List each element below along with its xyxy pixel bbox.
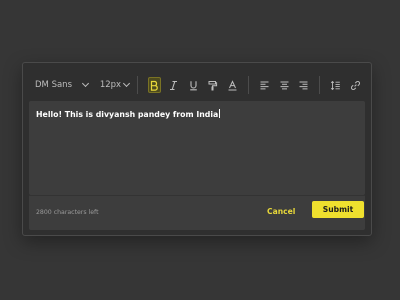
chevron-down-icon [81,79,89,88]
link-button[interactable] [349,77,361,93]
align-left-icon [260,81,269,89]
align-left-button[interactable] [258,77,270,93]
bold-icon [150,80,158,91]
font-size-value: 12px [99,80,122,90]
toolbar-divider [248,76,249,94]
editor-text: Hello! This is divyansh pandey from Indi… [36,109,221,119]
character-count: 2800 characters left [36,209,99,216]
bold-button[interactable] [147,77,161,93]
highlight-button[interactable] [207,77,219,93]
cancel-button[interactable]: Cancel [267,207,295,216]
italic-icon [170,80,178,90]
text-color-button[interactable] [226,77,238,93]
align-center-button[interactable] [278,77,290,93]
align-center-icon [280,81,289,89]
chevron-down-icon [123,79,131,88]
underline-button[interactable] [187,77,199,93]
editor-text-area[interactable]: Hello! This is divyansh pandey from Indi… [29,101,365,195]
align-right-button[interactable] [297,77,309,93]
align-right-icon [299,81,308,89]
text-cursor [219,109,221,118]
toolbar-divider [319,76,321,94]
line-spacing-icon [331,80,341,90]
submit-button[interactable]: Submit [312,201,364,218]
font-family-value: DM Sans [35,80,73,90]
editor-footer: 2800 characters left Cancel Submit [29,195,365,230]
text-editor-card: DM Sans 12px Hello! This is divyansh pan… [22,62,372,236]
toolbar-divider [137,76,139,94]
line-spacing-button[interactable] [330,77,342,93]
text-color-icon [228,79,237,90]
formatting-toolbar: DM Sans 12px [29,69,365,101]
editor-text-value: Hello! This is divyansh pandey from Indi… [36,110,219,119]
font-size-select[interactable]: 12px [99,79,132,90]
font-family-select[interactable]: DM Sans [35,79,90,90]
italic-button[interactable] [168,77,180,93]
link-icon [350,80,360,90]
paint-roller-icon [208,80,218,90]
underline-icon [190,80,197,90]
